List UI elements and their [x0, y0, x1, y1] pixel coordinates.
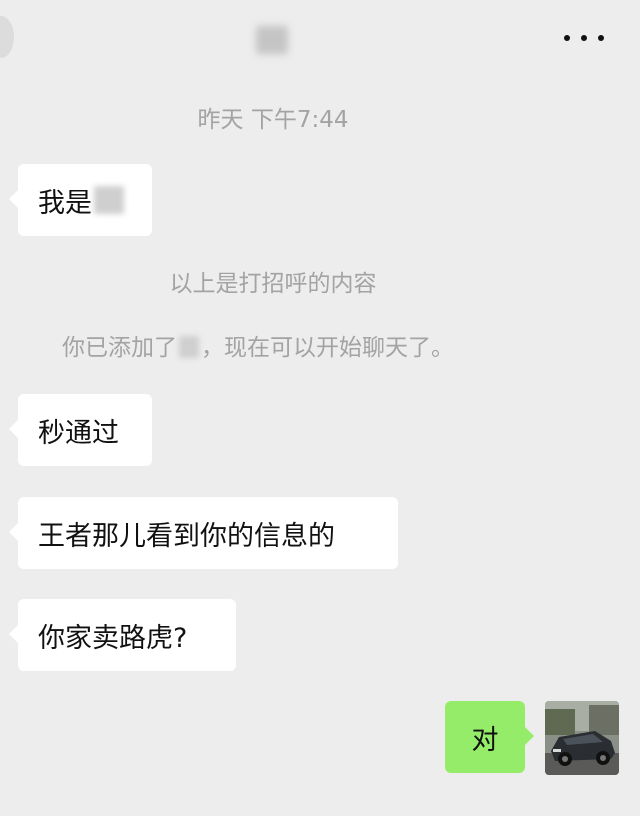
contact-name-blurred	[256, 26, 288, 54]
timestamp: 昨天 下午7:44	[197, 107, 349, 133]
back-button[interactable]	[0, 16, 14, 58]
message-bubble-incoming[interactable]: 我是	[9, 164, 152, 236]
blurred-name	[94, 186, 124, 214]
message-text: 对	[471, 724, 499, 756]
message-text: 王者那儿看到你的信息的	[38, 520, 335, 552]
message-text: 你家卖路虎?	[38, 622, 188, 654]
added-prefix: 你已添加了	[62, 335, 177, 361]
more-dots-icon[interactable]	[564, 26, 604, 50]
greeting-note: 以上是打招呼的内容	[169, 271, 377, 297]
message-bubble-outgoing[interactable]: 对	[445, 701, 534, 773]
avatar[interactable]	[545, 701, 619, 775]
blurred-name	[179, 336, 199, 358]
chat-header	[0, 0, 640, 78]
added-suffix: ，现在可以开始聊天了。	[201, 335, 454, 361]
message-text: 我是	[38, 187, 92, 219]
friend-added-notice: 你已添加了 ，现在可以开始聊天了。	[62, 328, 454, 362]
message-bubble-incoming[interactable]: 秒通过	[9, 394, 152, 466]
message-text: 秒通过	[38, 417, 119, 449]
message-bubble-incoming[interactable]: 你家卖路虎?	[9, 599, 236, 671]
message-bubble-incoming[interactable]: 王者那儿看到你的信息的	[9, 497, 398, 569]
